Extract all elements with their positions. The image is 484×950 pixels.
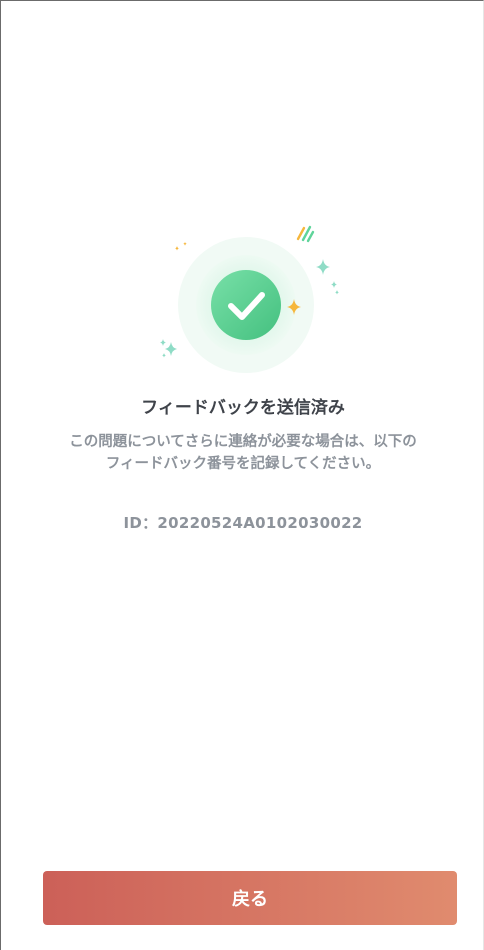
- feedback-submitted-screen: フィードバックを送信済み この問題についてさらに連絡が必要な場合は、以下の フィ…: [0, 0, 484, 950]
- sparkle-orange-tiny-icon: [183, 242, 187, 246]
- sparkle-teal-large-icon: [316, 259, 330, 275]
- page-title: フィードバックを送信済み: [141, 398, 345, 418]
- description-line-1: この問題についてさらに連絡が必要な場合は、以下の: [69, 434, 417, 450]
- feedback-description: この問題についてさらに連絡が必要な場合は、以下の フィードバック番号を記録してく…: [21, 431, 465, 475]
- confetti-streaks-icon: [296, 225, 315, 243]
- sparkle-orange-small-icon: [175, 246, 179, 251]
- sparkle-teal-tiny-icon: [335, 290, 339, 295]
- description-line-2: フィードバック番号を記録してください。: [105, 456, 381, 472]
- sparkle-teal-bottom-icon: [165, 342, 177, 356]
- back-button[interactable]: 戻る: [43, 871, 457, 925]
- sparkle-teal-bottom-tiny-icon: [162, 353, 166, 358]
- feedback-id: ID：20220524A0102030022: [123, 514, 363, 532]
- check-circle-icon: [211, 270, 281, 340]
- sparkle-teal-small-icon: [331, 281, 337, 288]
- success-illustration: [160, 225, 339, 373]
- sparkle-teal-bottom-small-icon: [160, 339, 166, 346]
